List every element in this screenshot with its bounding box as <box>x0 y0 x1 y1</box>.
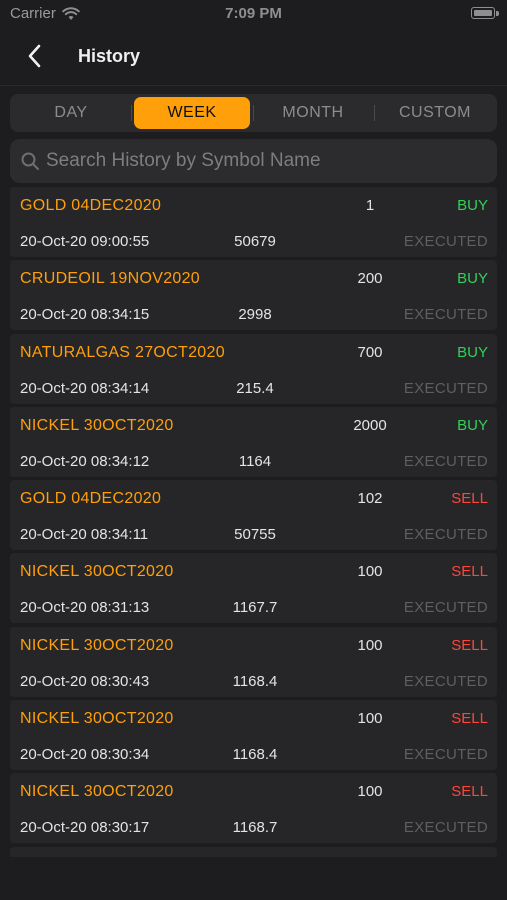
order-price: 2998 <box>238 306 272 324</box>
search-bar <box>10 139 497 183</box>
order-side: BUY <box>457 197 488 214</box>
search-icon <box>21 152 39 170</box>
symbol-name: NICKEL 30OCT2020 <box>20 710 174 728</box>
order-price: 215.4 <box>236 379 274 397</box>
order-side: BUY <box>457 270 488 288</box>
tab-day[interactable]: DAY <box>13 97 129 129</box>
order-price: 50755 <box>234 526 276 544</box>
order-price: 1164 <box>238 452 272 470</box>
order-status: EXECUTED <box>403 306 488 324</box>
order-time: 20-Oct-20 09:00:55 <box>20 233 150 250</box>
symbol-name: NICKEL 30OCT2020 <box>20 416 174 434</box>
quantity: 100 <box>357 783 383 801</box>
quantity: 2000 <box>353 416 387 434</box>
order-status: EXECUTED <box>403 233 488 250</box>
history-row[interactable]: GOLD 04DEC2020 102 SELL 20-Oct-20 08:34:11 5… <box>10 480 497 551</box>
order-time: 20-Oct-20 08:34:11 <box>20 526 149 544</box>
history-row[interactable]: NICKEL 30OCT2020 100 SELL 20-Oct-20 08:30:4… <box>10 626 497 697</box>
history-row[interactable]: NICKEL 30OCT2020 100 SELL 20-Oct-20 08:30:1… <box>10 773 497 844</box>
order-price: 1168.4 <box>232 672 278 690</box>
history-list[interactable]: GOLD 04DEC2020 1 BUY 20-Oct-20 09:00:55 5067… <box>10 187 497 857</box>
status-bar: Carrier 7:09 PM <box>0 0 507 28</box>
order-side: SELL <box>451 636 488 654</box>
symbol-name: NICKEL 30OCT2020 <box>20 783 174 801</box>
order-side: SELL <box>451 783 488 801</box>
symbol-name: NICKEL 30OCT2020 <box>20 636 174 654</box>
quantity: 700 <box>357 343 383 361</box>
back-chevron-icon[interactable] <box>22 42 50 70</box>
order-side: SELL <box>451 490 488 508</box>
history-row[interactable]: NICKEL 30OCT2020 100 SELL 20-Oct-20 08:30:3… <box>10 700 497 771</box>
period-segmented-control: DAY WEEK MONTH CUSTOM <box>10 94 497 132</box>
order-time: 20-Oct-20 08:34:15 <box>20 306 150 324</box>
tab-month[interactable]: MONTH <box>255 97 371 129</box>
order-status: EXECUTED <box>403 452 488 470</box>
battery-tip <box>496 11 499 16</box>
quantity: 100 <box>357 636 383 654</box>
status-time: 7:09 PM <box>225 5 282 22</box>
history-row[interactable]: GOLD 04DEC2020 1 BUY 20-Oct-20 09:00:55 5067… <box>10 187 497 257</box>
tab-week[interactable]: WEEK <box>134 97 250 129</box>
symbol-name: CRUDEOIL 19NOV2020 <box>20 270 200 288</box>
history-row[interactable]: NATURALGAS 27OCT2020 700 BUY 20-Oct-20 08:3… <box>10 333 497 404</box>
quantity: 102 <box>357 490 383 508</box>
order-time: 20-Oct-20 08:30:43 <box>20 672 150 690</box>
order-price: 1168.4 <box>232 746 278 764</box>
history-row[interactable]: NICKEL 30OCT2020 2000 BUY 20-Oct-20 08:34:1… <box>10 406 497 477</box>
search-input[interactable] <box>46 139 486 183</box>
order-time: 20-Oct-20 08:31:13 <box>20 599 150 617</box>
quantity: 1 <box>365 197 375 214</box>
quantity: 200 <box>357 270 383 288</box>
quantity: 100 <box>357 710 383 728</box>
order-side: BUY <box>457 343 488 361</box>
order-status: EXECUTED <box>403 526 488 544</box>
order-status: EXECUTED <box>403 379 488 397</box>
order-side: SELL <box>451 563 488 581</box>
order-status: EXECUTED <box>403 746 488 764</box>
segment-divider <box>374 105 375 121</box>
history-row[interactable]: CRUDEOIL 19NOV2020 200 BUY 20-Oct-20 08:34:… <box>10 260 497 331</box>
order-time: 20-Oct-20 08:30:34 <box>20 746 150 764</box>
order-status: EXECUTED <box>403 819 488 837</box>
order-side: BUY <box>457 416 488 434</box>
segment-divider <box>253 105 254 121</box>
nav-bar: History <box>0 28 507 86</box>
order-time: 20-Oct-20 08:30:17 <box>20 819 150 837</box>
order-status: EXECUTED <box>403 599 488 617</box>
order-price: 1168.7 <box>232 819 278 837</box>
order-price: 1167.7 <box>232 599 278 617</box>
order-price: 50679 <box>234 233 276 250</box>
quantity: 100 <box>357 563 383 581</box>
battery-icon <box>471 7 495 19</box>
tab-custom[interactable]: CUSTOM <box>377 97 493 129</box>
segment-divider <box>131 105 132 121</box>
symbol-name: NICKEL 30OCT2020 <box>20 563 174 581</box>
history-row[interactable]: NICKEL 30OCT2020 100 SELL 20-Oct-20 08:31:1… <box>10 553 497 624</box>
page-title: History <box>78 46 141 66</box>
history-row-partial[interactable] <box>10 846 497 857</box>
order-status: EXECUTED <box>403 672 488 690</box>
symbol-name: GOLD 04DEC2020 <box>20 490 162 508</box>
order-time: 20-Oct-20 08:34:12 <box>20 452 150 470</box>
symbol-name: GOLD 04DEC2020 <box>20 197 162 214</box>
order-time: 20-Oct-20 08:34:14 <box>20 379 150 397</box>
order-side: SELL <box>451 710 488 728</box>
symbol-name: NATURALGAS 27OCT2020 <box>20 343 225 361</box>
